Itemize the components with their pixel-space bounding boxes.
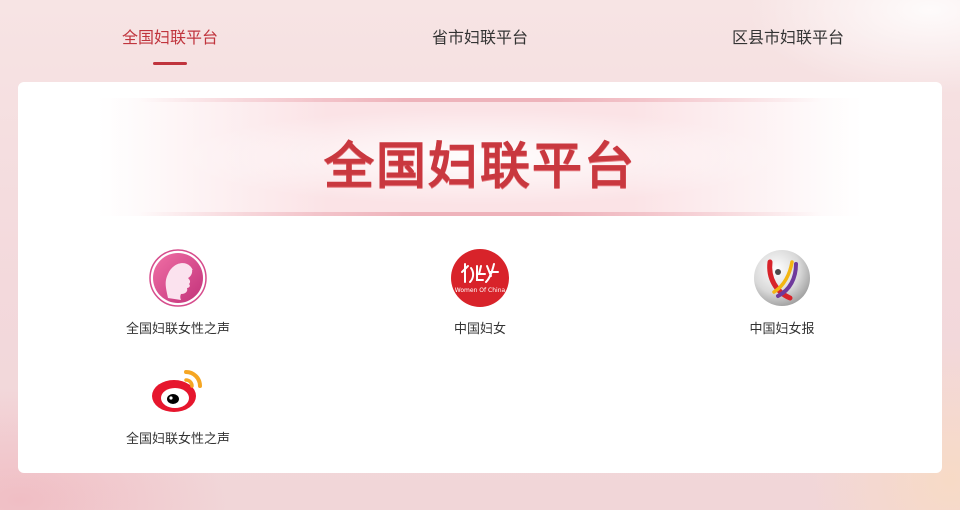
platform-label: 中国妇女 [453,322,506,337]
logo-caption: Women Of China [455,287,506,294]
platform-item-weibo-women-voice[interactable]: 全国妇联女性之声 [98,362,258,447]
platform-item-women-of-china[interactable]: Women Of China 中国妇女 [400,248,560,337]
active-tab-indicator [153,62,187,65]
women-of-china-logo-icon: Women Of China [451,249,509,307]
tab-label: 省市妇联平台 [431,28,528,47]
platform-label: 全国妇联女性之声 [125,322,230,337]
platform-item-women-voice[interactable]: 全国妇联女性之声 [98,248,258,337]
banner-title: 全国妇联平台 [324,136,636,195]
platform-tabs: 全国妇联平台 省市妇联平台 区县市妇联平台 [0,0,960,82]
platform-label: 中国妇女报 [749,322,815,337]
tab-label: 区县市妇联平台 [731,28,844,47]
section-banner: 全国妇联平台 [98,98,862,216]
platform-panel: 全国妇联平台 全国妇联女性之声 Women Of China 中国妇女 中国妇女… [18,82,942,473]
woman-profile-logo-icon [149,249,207,307]
platform-item-china-women-news[interactable]: 中国妇女报 [702,248,862,337]
platform-label: 全国妇联女性之声 [125,432,230,447]
tab-label: 全国妇联平台 [121,28,218,47]
china-women-news-logo-icon [754,250,810,306]
tab-county-platform[interactable]: 区县市妇联平台 [712,24,864,68]
tab-national-platform[interactable]: 全国妇联平台 [100,24,240,68]
weibo-logo-icon [152,370,202,412]
tab-provincial-platform[interactable]: 省市妇联平台 [410,24,550,68]
